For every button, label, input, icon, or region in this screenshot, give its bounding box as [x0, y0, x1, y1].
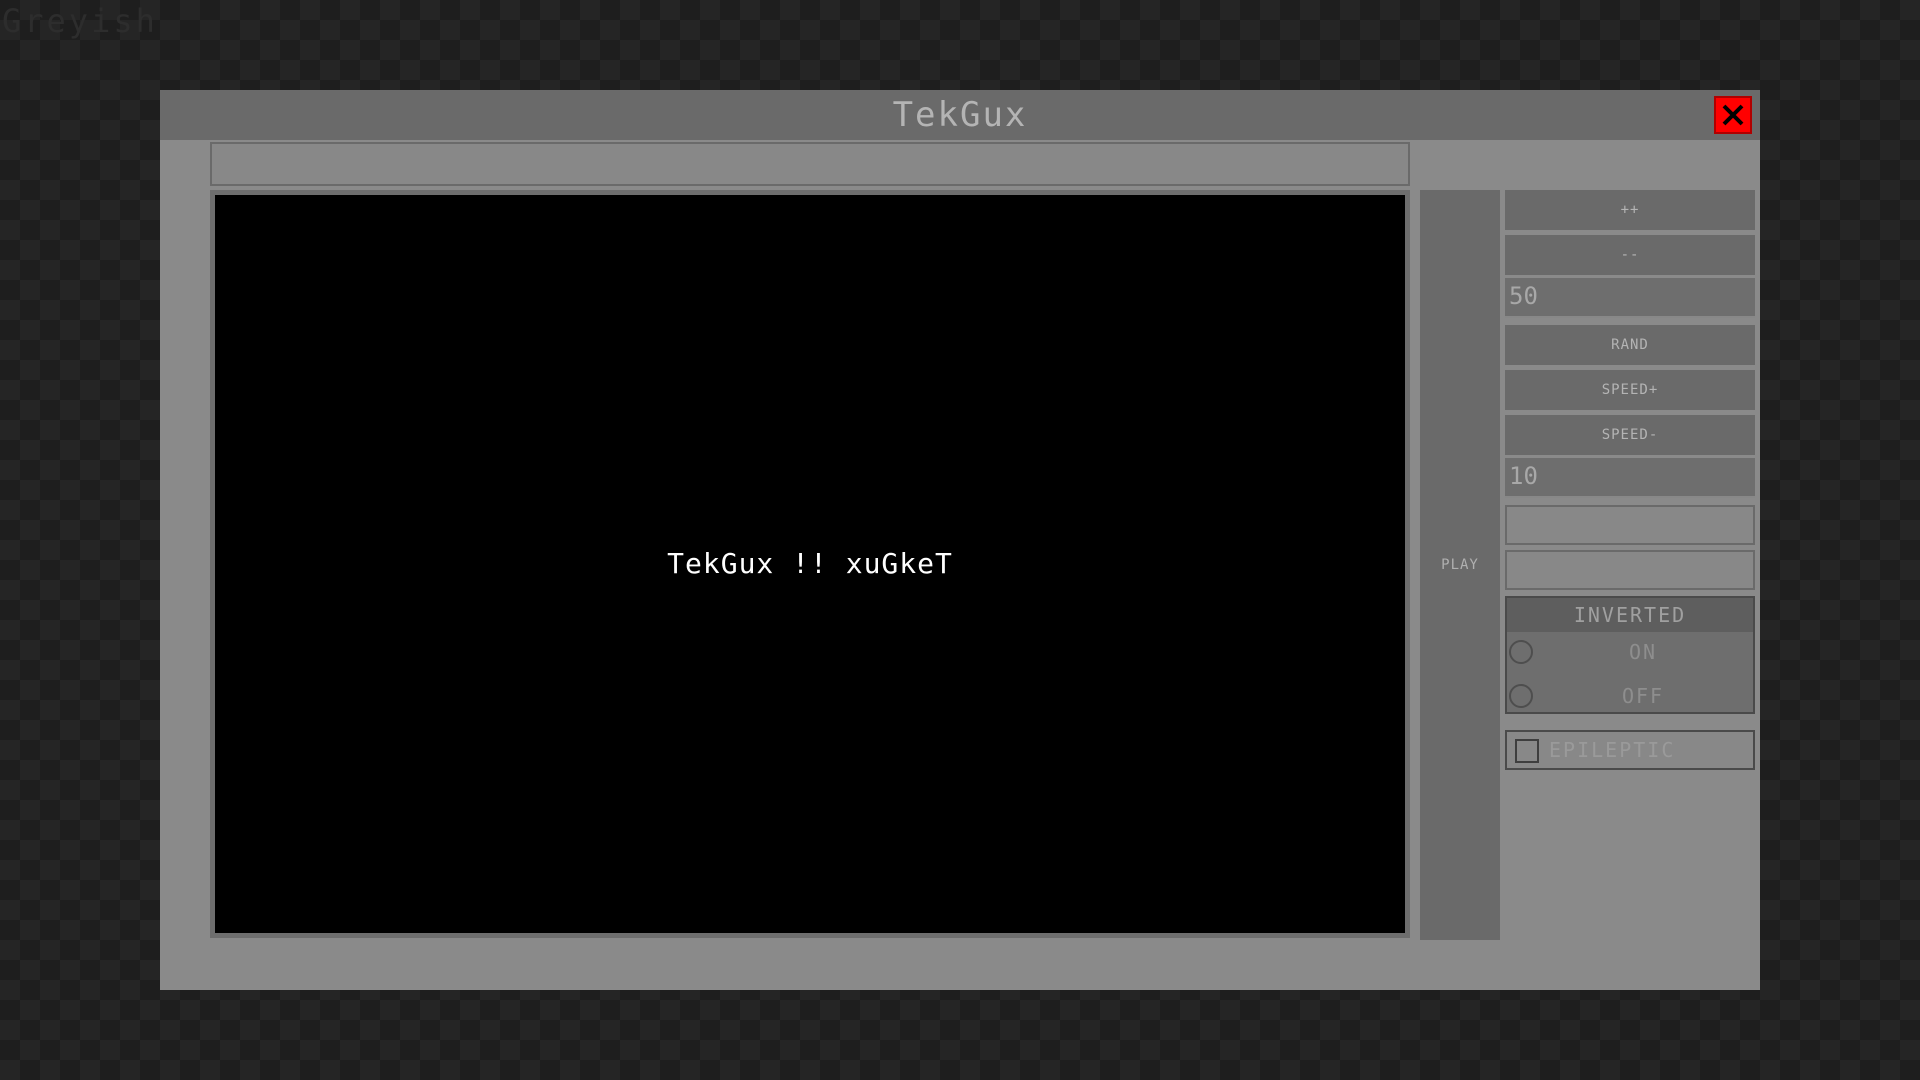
speed-down-button[interactable]: SPEED-: [1505, 415, 1755, 455]
empty-field-1[interactable]: [1505, 505, 1755, 545]
epileptic-toggle[interactable]: EPILEPTIC: [1505, 730, 1755, 770]
main-window: TekGux TekGux !! xuGkeT PLAY ++ -- 50 RA…: [160, 90, 1760, 990]
close-button[interactable]: [1714, 96, 1752, 134]
inverted-option-off[interactable]: OFF: [1507, 676, 1753, 716]
play-button[interactable]: PLAY: [1420, 190, 1500, 940]
decrement-button[interactable]: --: [1505, 235, 1755, 275]
canvas-frame: TekGux !! xuGkeT: [210, 190, 1410, 938]
inverted-header: INVERTED: [1507, 598, 1753, 632]
radio-button-icon[interactable]: [1509, 640, 1533, 664]
inverted-option-on[interactable]: ON: [1507, 632, 1753, 672]
empty-field-2[interactable]: [1505, 550, 1755, 590]
count-field[interactable]: 50: [1505, 278, 1755, 318]
increment-button[interactable]: ++: [1505, 190, 1755, 230]
checkbox-icon[interactable]: [1515, 739, 1539, 763]
play-button-label: PLAY: [1441, 557, 1479, 573]
canvas-message: TekGux !! xuGkeT: [667, 547, 953, 580]
random-button[interactable]: RAND: [1505, 325, 1755, 365]
epileptic-label: EPILEPTIC: [1549, 738, 1676, 762]
game-canvas[interactable]: TekGux !! xuGkeT: [215, 195, 1405, 933]
inverted-option-label: OFF: [1621, 684, 1665, 708]
theme-label: Greyish: [2, 2, 158, 40]
window-titlebar[interactable]: TekGux: [160, 90, 1760, 140]
top-text-bar[interactable]: [210, 142, 1410, 186]
speed-up-button[interactable]: SPEED+: [1505, 370, 1755, 410]
speed-field[interactable]: 10: [1505, 458, 1755, 498]
inverted-radio-group: INVERTED ON OFF: [1505, 596, 1755, 714]
window-title: TekGux: [892, 95, 1028, 135]
radio-button-icon[interactable]: [1509, 684, 1533, 708]
inverted-option-label: ON: [1628, 640, 1658, 664]
